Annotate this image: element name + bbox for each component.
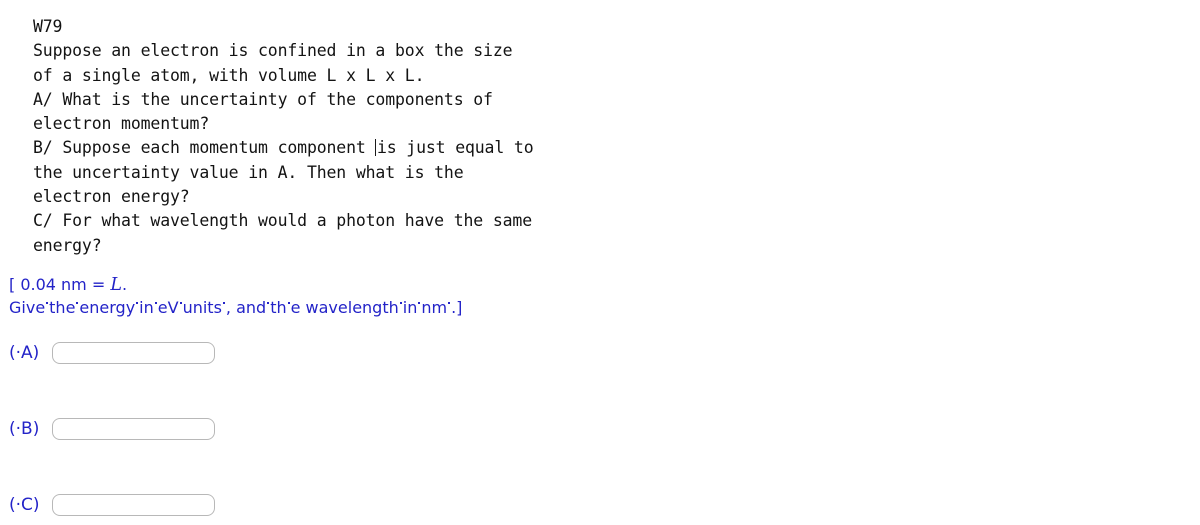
problem-line: the uncertainty value in A. Then what is… [33,162,464,182]
answer-label-c: (·C) [9,495,40,515]
speck-mark-icon [267,301,270,304]
answer-input-b[interactable] [52,418,215,440]
answer-row-a: (·A) [9,342,215,364]
instruction-prefix: [ 0.04 nm = [9,275,111,294]
instruction-line-units: Give the energy in eV units, and th e wavelengt… [9,297,709,319]
problem-line: electron energy? [33,187,190,207]
answer-row-b: (·B) [9,418,215,440]
problem-line: energy? [33,235,102,255]
speck-mark-icon [154,301,157,304]
instruction-segment: nm [421,297,448,317]
problem-line-segment: B/ Suppose each momentum component [33,138,376,158]
problem-line: of a single atom, with volume L x L x L. [33,65,425,85]
speck-mark-icon [399,301,402,304]
problem-line: Suppose an electron is confined in a box… [33,41,513,61]
speck-mark-icon [448,301,451,304]
problem-line: electron momentum? [33,114,210,134]
problem-line: C/ For what wavelength would a photon ha… [33,211,532,231]
problem-id: W79 [33,17,63,36]
problem-line-with-caret: B/ Suppose each momentum component is ju… [33,136,653,160]
instruction-segment: the [49,297,76,317]
speck-mark-icon [222,301,225,304]
speck-mark-icon [46,301,49,304]
speck-mark-icon [179,301,182,304]
answer-row-c: (·C) [9,494,215,516]
problem-statement: W79 Suppose an electron is confined in a… [33,15,653,258]
instruction-segment: eV [157,297,179,317]
instruction-segment: units [182,297,222,317]
instruction-line-given-value: [ 0.04 nm = L. [9,274,709,297]
answer-label-a: (·A) [9,343,40,363]
speck-mark-icon [136,301,139,304]
problem-line: A/ What is the uncertainty of the compon… [33,89,493,109]
instruction-segment: in [139,297,154,317]
answer-label-b: (·B) [9,419,40,439]
instruction-segment: e wavelength [290,297,399,317]
instruction-segment: , and [225,297,267,317]
instruction-segment: in [402,297,418,317]
instruction-segment: Give [9,297,46,317]
instruction-segment: th [270,297,287,317]
instructions-block: [ 0.04 nm = L. Give the energy in eV units, a… [9,274,709,318]
answer-input-a[interactable] [52,342,215,364]
instruction-segment: energy [79,297,136,317]
instruction-segment: .] [451,297,463,317]
variable-L: L [110,275,122,295]
speck-mark-icon [287,301,290,304]
instruction-suffix: . [121,275,128,294]
answer-input-c[interactable] [52,494,215,516]
problem-line-segment: is just equal to [376,138,534,158]
